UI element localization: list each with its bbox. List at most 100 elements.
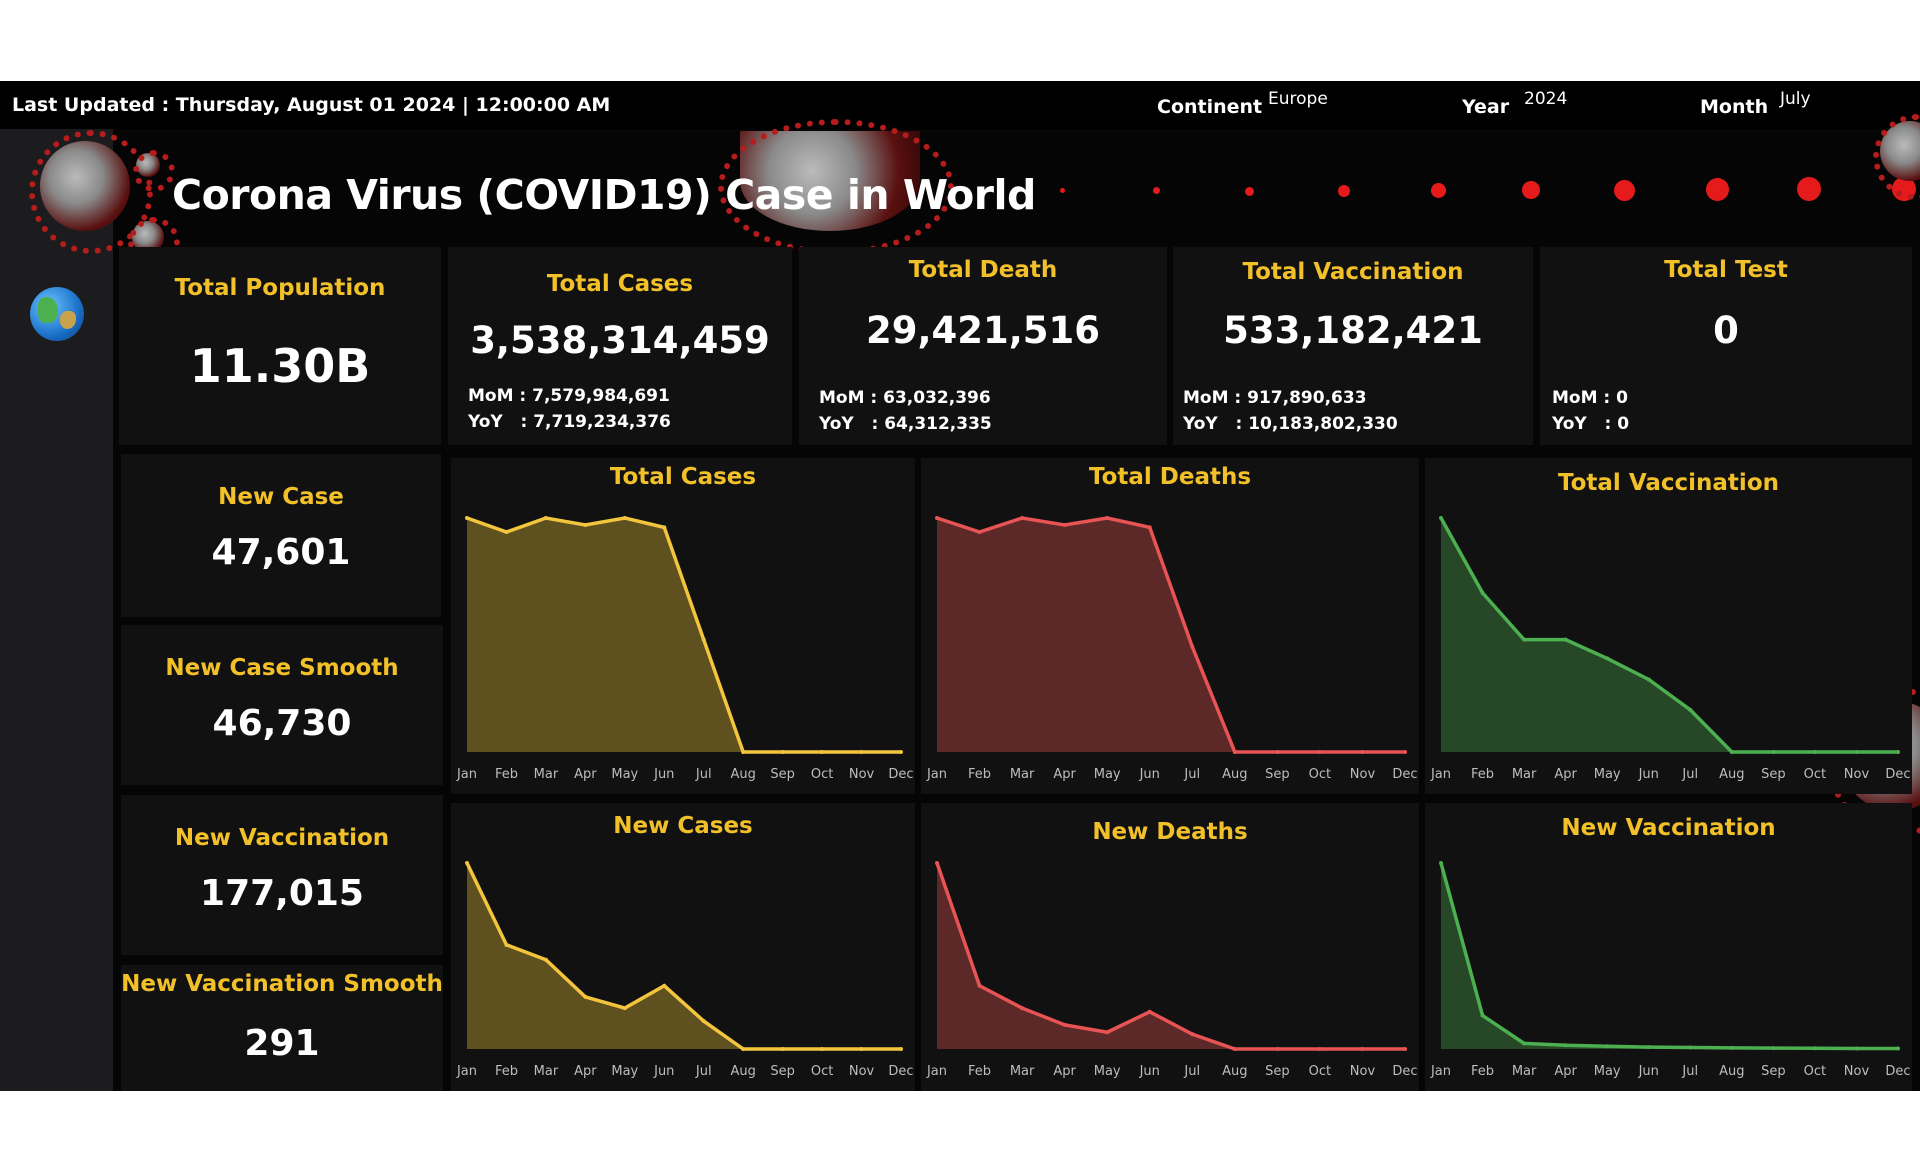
data-point-jul[interactable] <box>701 637 706 642</box>
data-point-oct[interactable] <box>1812 750 1817 754</box>
data-point-jul[interactable] <box>1688 707 1693 712</box>
data-point-nov[interactable] <box>1360 750 1365 754</box>
data-point-may[interactable] <box>1605 1044 1610 1049</box>
x-tick-label: Jan <box>456 767 477 782</box>
continent-filter-label: Continent <box>1157 96 1263 118</box>
data-point-nov[interactable] <box>1854 1046 1859 1051</box>
data-point-sep[interactable] <box>780 750 785 754</box>
data-point-jun[interactable] <box>1147 1009 1152 1014</box>
data-point-oct[interactable] <box>1317 750 1322 754</box>
data-point-may[interactable] <box>622 516 627 520</box>
data-point-nov[interactable] <box>1854 750 1859 754</box>
data-point-jul[interactable] <box>1190 1032 1195 1037</box>
data-point-may[interactable] <box>1105 516 1110 520</box>
data-point-aug[interactable] <box>1232 1047 1237 1051</box>
data-point-aug[interactable] <box>1232 750 1237 754</box>
data-point-dec[interactable] <box>1896 750 1900 754</box>
data-point-jul[interactable] <box>1688 1045 1693 1050</box>
data-point-mar[interactable] <box>1020 516 1025 520</box>
data-point-jun[interactable] <box>1646 1045 1651 1050</box>
data-point-dec[interactable] <box>1896 1046 1900 1051</box>
data-point-may[interactable] <box>622 1006 627 1011</box>
data-point-apr[interactable] <box>1062 1022 1067 1027</box>
data-point-mar[interactable] <box>543 516 548 520</box>
data-point-sep[interactable] <box>1275 1047 1280 1051</box>
data-point-mar[interactable] <box>1522 1041 1527 1046</box>
data-point-oct[interactable] <box>1812 1046 1817 1051</box>
month-filter[interactable]: July <box>1780 89 1811 109</box>
kpi-title: New Vaccination <box>174 825 390 851</box>
data-point-sep[interactable] <box>1275 750 1280 754</box>
data-point-apr[interactable] <box>1563 637 1568 642</box>
data-point-nov[interactable] <box>859 750 864 754</box>
data-point-feb[interactable] <box>1480 590 1485 595</box>
data-point-jun[interactable] <box>662 525 667 530</box>
data-point-oct[interactable] <box>820 750 825 754</box>
data-point-apr[interactable] <box>1563 1043 1568 1048</box>
x-tick-label: Oct <box>811 1064 833 1079</box>
x-tick-label: Mar <box>1010 767 1035 782</box>
continent-filter[interactable]: Europe <box>1268 89 1328 109</box>
x-tick-label: Apr <box>574 767 597 782</box>
chart-line <box>1439 862 1898 1051</box>
data-point-feb[interactable] <box>977 983 982 988</box>
data-point-sep[interactable] <box>1771 750 1776 754</box>
data-point-apr[interactable] <box>583 994 588 999</box>
data-point-mar[interactable] <box>543 957 548 962</box>
data-point-jan[interactable] <box>1439 861 1443 865</box>
data-point-feb[interactable] <box>1480 1013 1485 1018</box>
data-point-aug[interactable] <box>1729 1045 1734 1050</box>
globe-icon[interactable] <box>30 287 84 341</box>
data-point-jan[interactable] <box>465 516 469 520</box>
data-point-aug[interactable] <box>1729 750 1734 754</box>
x-tick-label: Dec <box>1885 767 1910 782</box>
data-point-jan[interactable] <box>935 516 939 520</box>
data-point-apr[interactable] <box>583 523 588 528</box>
data-point-dec[interactable] <box>899 1047 903 1051</box>
data-point-jun[interactable] <box>1147 525 1152 530</box>
data-point-jan[interactable] <box>1439 516 1443 520</box>
data-point-may[interactable] <box>1605 656 1610 661</box>
data-point-feb[interactable] <box>504 530 509 535</box>
x-tick-label: Apr <box>1053 767 1076 782</box>
data-point-aug[interactable] <box>741 750 746 754</box>
data-point-jan[interactable] <box>935 861 939 865</box>
data-point-mar[interactable] <box>1020 1006 1025 1011</box>
kpi-title: New Case Smooth <box>165 655 399 681</box>
x-tick-label: Oct <box>1804 1064 1826 1079</box>
data-point-dec[interactable] <box>1403 1047 1407 1051</box>
kpi-yoy: YoY : 64,312,335 <box>819 414 992 434</box>
x-tick-label: Dec <box>888 1064 913 1079</box>
x-tick-label: Nov <box>1350 767 1376 782</box>
data-point-oct[interactable] <box>820 1047 825 1051</box>
x-tick-label: Dec <box>1885 1064 1910 1079</box>
data-point-dec[interactable] <box>1403 750 1407 754</box>
kpi-title: New Case <box>218 484 344 510</box>
data-point-sep[interactable] <box>780 1047 785 1051</box>
data-point-feb[interactable] <box>977 530 982 535</box>
data-point-jun[interactable] <box>1646 677 1651 682</box>
year-filter[interactable]: 2024 <box>1524 89 1567 109</box>
data-point-jul[interactable] <box>1190 644 1195 649</box>
data-point-jul[interactable] <box>701 1019 706 1024</box>
data-point-nov[interactable] <box>859 1047 864 1051</box>
data-point-sep[interactable] <box>1771 1046 1776 1051</box>
x-tick-label: Sep <box>1265 767 1290 782</box>
data-point-mar[interactable] <box>1522 637 1527 642</box>
data-point-apr[interactable] <box>1062 523 1067 528</box>
data-point-jan[interactable] <box>465 861 469 865</box>
chart-svg: Jan Feb Mar Apr May Jun Jul Aug Sep Oct Nov Dec <box>926 516 1418 782</box>
kpi-title: Total Death <box>908 257 1058 283</box>
chart-title: New Cases <box>613 813 753 839</box>
x-tick-label: Jun <box>653 1064 674 1079</box>
data-point-nov[interactable] <box>1360 1047 1365 1051</box>
data-point-feb[interactable] <box>504 942 509 947</box>
data-point-aug[interactable] <box>741 1047 746 1051</box>
kpi-mom: MoM : 7,579,984,691 <box>468 386 670 406</box>
kpi-title: New Vaccination Smooth <box>121 971 443 997</box>
data-point-dec[interactable] <box>899 750 903 754</box>
data-point-jun[interactable] <box>662 983 667 988</box>
data-point-oct[interactable] <box>1317 1047 1322 1051</box>
data-point-may[interactable] <box>1105 1030 1110 1035</box>
kpi-mom: MoM : 63,032,396 <box>819 388 991 408</box>
